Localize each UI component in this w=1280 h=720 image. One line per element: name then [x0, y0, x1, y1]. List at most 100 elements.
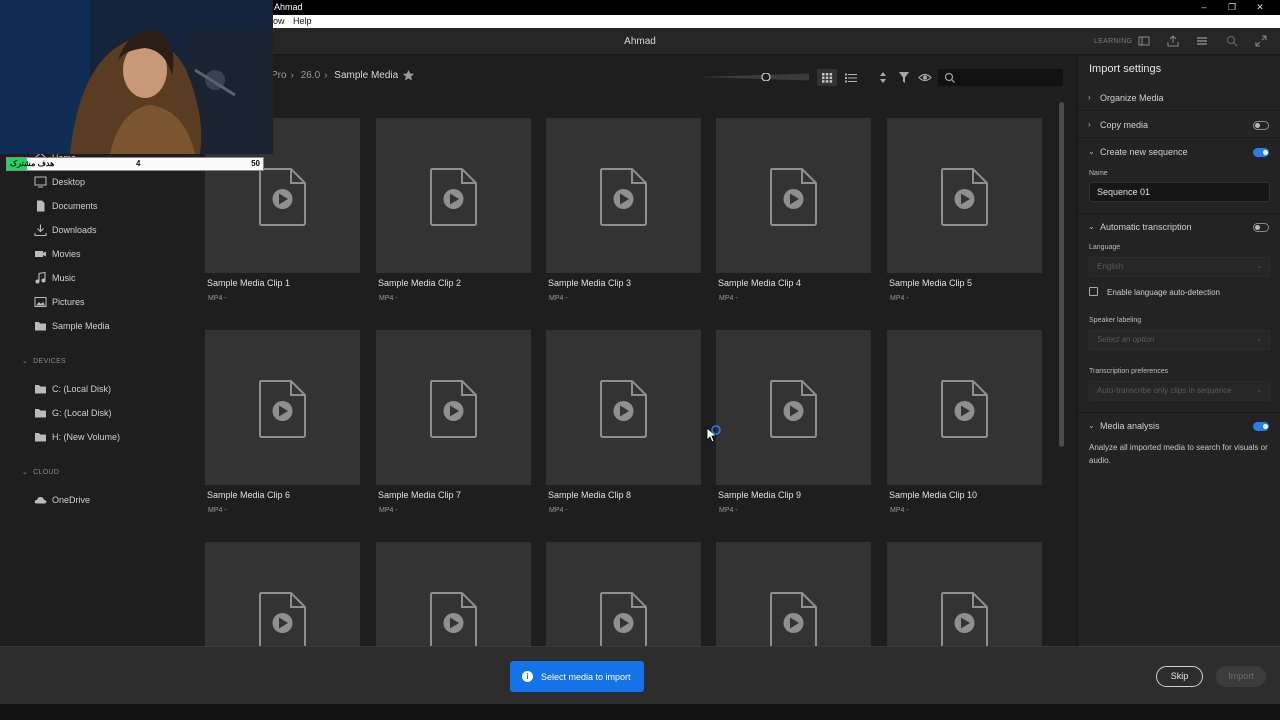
media-analysis-label: Media analysis [1100, 421, 1160, 431]
clip-thumbnail[interactable] [716, 542, 871, 646]
chevron-right-icon: › [1088, 93, 1091, 102]
chevron-down-icon: ⌄ [1088, 421, 1095, 430]
media-analysis-row[interactable]: ⌄ Media analysis [1078, 412, 1280, 438]
clip-meta: MP4 - [208, 295, 227, 302]
search-icon [944, 72, 955, 83]
thumbnail-size-slider[interactable] [697, 73, 809, 81]
star-icon[interactable] [402, 69, 415, 82]
create-sequence-label: Create new sequence [1100, 147, 1188, 157]
language-select[interactable]: English ⌄ [1089, 257, 1270, 277]
close-icon[interactable]: ✕ [1250, 1, 1270, 13]
create-sequence-toggle[interactable] [1253, 148, 1269, 157]
clip-thumbnail[interactable] [376, 118, 531, 273]
clip-name: Sample Media Clip 6 [207, 490, 291, 500]
video-file-icon [430, 168, 477, 226]
auto-transcription-toggle[interactable] [1253, 223, 1269, 232]
clip-name: Sample Media Clip 10 [889, 490, 978, 500]
panel-icon[interactable] [1138, 35, 1150, 47]
sidebar-item-label: Documents [52, 201, 98, 211]
devices-section-header[interactable]: ⌄ DEVICES [22, 357, 66, 365]
video-file-icon [259, 380, 306, 438]
chevron-down-icon: ⌄ [22, 469, 29, 476]
video-file-icon [259, 168, 306, 226]
clip-thumbnail[interactable] [205, 330, 360, 485]
crumb-current[interactable]: Sample Media [334, 70, 398, 81]
clip-meta: MP4 - [208, 507, 227, 514]
section-label: CLOUD [33, 469, 60, 476]
folder-icon [35, 385, 46, 394]
clip-thumbnail[interactable] [376, 542, 531, 646]
menu-window[interactable]: ow [273, 16, 285, 26]
organize-media-label: Organize Media [1100, 93, 1164, 103]
grid-view-button[interactable] [817, 69, 837, 86]
video-file-icon [770, 592, 817, 646]
sidebar-item-label: Pictures [52, 297, 85, 307]
list-view-button[interactable] [841, 69, 861, 86]
clip-thumbnail[interactable] [376, 330, 531, 485]
sidebar-item-label: C: (Local Disk) [52, 384, 112, 394]
eye-icon [918, 73, 932, 82]
clip-name: Sample Media Clip 5 [889, 278, 973, 288]
clip-name: Sample Media Clip 7 [378, 490, 462, 500]
visibility-button[interactable] [915, 69, 935, 86]
info-toast: i Select media to import [510, 661, 644, 692]
restore-icon[interactable]: ❐ [1222, 1, 1242, 13]
create-sequence-row[interactable]: ⌄ Create new sequence [1078, 139, 1280, 165]
language-auto-detect-checkbox[interactable] [1089, 287, 1098, 296]
clip-thumbnail[interactable] [205, 542, 360, 646]
search-input[interactable] [938, 69, 1063, 86]
folder-icon [35, 409, 46, 418]
clip-thumbnail[interactable] [887, 118, 1042, 273]
transcription-preferences-value: Auto-transcribe only clips in sequence [1097, 386, 1232, 395]
copy-media-toggle[interactable] [1253, 121, 1269, 130]
chevron-down-icon: ⌄ [1256, 336, 1262, 343]
streamer-webcam-image [0, 0, 273, 154]
organize-media-row[interactable]: › Organize Media [1078, 85, 1280, 111]
clip-thumbnail[interactable] [546, 118, 701, 273]
cloud-section-header[interactable]: ⌄ CLOUD [22, 468, 59, 476]
clip-meta: MP4 - [890, 507, 909, 514]
clip-meta: MP4 - [719, 507, 738, 514]
goal-title: هدف مشترک [10, 159, 55, 168]
crumb-separator: › [290, 70, 294, 81]
filter-icon [899, 72, 909, 83]
crumb-pro[interactable]: Pro [271, 70, 287, 81]
sidebar-item-label: Movies [52, 249, 81, 259]
auto-transcription-row[interactable]: ⌄ Automatic transcription [1078, 213, 1280, 239]
sequence-name-field[interactable]: Sequence 01 [1089, 182, 1270, 202]
clip-thumbnail[interactable] [887, 542, 1042, 646]
chevron-down-icon: ⌄ [22, 358, 29, 365]
learning-tab[interactable]: LEARNING [1094, 38, 1132, 45]
import-button[interactable]: Import [1216, 666, 1266, 687]
sort-button[interactable] [873, 69, 893, 86]
transcription-preferences-select[interactable]: Auto-transcribe only clips in sequence ⌄ [1089, 381, 1270, 401]
video-file-icon [941, 592, 988, 646]
sidebar-item-label: G: (Local Disk) [52, 408, 112, 418]
clip-name: Sample Media Clip 2 [378, 278, 462, 288]
clip-thumbnail[interactable] [546, 330, 701, 485]
fullscreen-icon[interactable] [1255, 35, 1267, 47]
goal-target: 50 [251, 159, 260, 168]
document-icon [37, 200, 45, 212]
copy-media-row[interactable]: › Copy media [1078, 112, 1280, 138]
sort-icon [880, 72, 886, 83]
media-analysis-toggle[interactable] [1253, 422, 1269, 431]
video-file-icon [430, 380, 477, 438]
speaker-labeling-select[interactable]: Select an option ⌄ [1089, 330, 1270, 350]
search-help-icon[interactable] [1226, 35, 1238, 47]
video-file-icon [259, 592, 306, 646]
cloud-icon [34, 497, 47, 504]
filter-button[interactable] [894, 69, 914, 86]
crumb-version[interactable]: 26.0 [301, 70, 320, 81]
menu-help[interactable]: Help [293, 16, 312, 26]
clip-thumbnail[interactable] [887, 330, 1042, 485]
clip-thumbnail[interactable] [546, 542, 701, 646]
minimize-icon[interactable]: – [1194, 1, 1214, 13]
workspaces-icon[interactable] [1196, 35, 1208, 47]
clip-thumbnail[interactable] [716, 118, 871, 273]
clip-thumbnail[interactable] [716, 330, 871, 485]
skip-button[interactable]: Skip [1156, 666, 1203, 687]
clip-name: Sample Media Clip 4 [718, 278, 802, 288]
share-icon[interactable] [1167, 35, 1179, 47]
grid-scrollbar[interactable] [1059, 102, 1064, 447]
